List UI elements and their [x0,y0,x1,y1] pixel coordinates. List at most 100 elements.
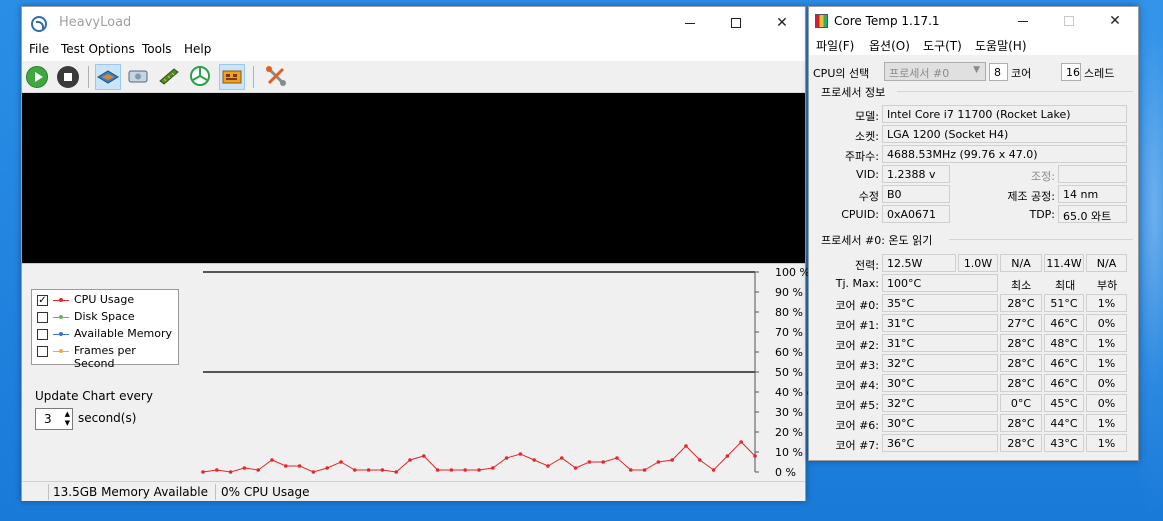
legend-item-frames-per-second[interactable]: Frames per Second [37,343,177,370]
core-temp: 32°C [882,354,998,372]
cpuid-label: CPUID: [841,208,879,221]
core-min: 28°C [1000,294,1042,312]
maximize-icon [1064,16,1074,26]
cpu-usage-point [408,458,412,462]
cpu-icon [97,70,119,84]
core-max: 44°C [1044,414,1084,432]
adjust-field [1058,165,1127,183]
cpu-usage-point [394,470,398,474]
stop-icon [57,66,79,88]
legend-label-frames-per-second: Frames per Second [74,344,136,370]
minimize-button[interactable] [1000,7,1046,35]
core-label: 코어 #4: [835,379,879,392]
core-max: 51°C [1044,294,1084,312]
fps-test-button[interactable] [219,64,245,90]
desktop: HeavyLoad ✕ File Test Options Tools Help [0,0,1163,521]
socket-field: LGA 1200 (Socket H4) [882,125,1127,143]
chart-panel: ✓ CPU Usage Disk Space Available Memory [22,263,820,481]
y-tick-label: 30 % [775,406,803,419]
legend-marker-cpu-usage [59,298,63,302]
menu-options[interactable]: 옵션(O) [869,37,910,54]
legend-item-available-memory[interactable]: Available Memory [37,326,177,342]
menu-file[interactable]: File [29,42,49,56]
core-load: 1% [1086,354,1127,372]
core-label: 코어 #1: [835,319,879,332]
stepper-up-icon[interactable]: ▲ [65,411,70,418]
close-icon: ✕ [1109,13,1121,29]
minimize-button[interactable] [667,7,713,39]
coretemp-menubar: 파일(F) 옵션(O) 도구(T) 도움말(H) [809,35,1138,55]
cpu-usage-point [422,454,426,458]
chart-legend: ✓ CPU Usage Disk Space Available Memory [31,289,179,370]
cpu-usage-point [532,458,536,462]
y-tick-label: 100 % [775,266,810,279]
core-load: 1% [1086,294,1127,312]
core-temp: 35°C [882,294,998,312]
legend-checkbox-disk-space[interactable] [37,312,48,323]
core-temp: 31°C [882,334,998,352]
cpu-usage-point [366,468,371,472]
socket-label: 소켓: [855,130,879,143]
thread-count: 16 [1061,63,1081,81]
core-temp: 31°C [882,314,998,332]
group-divider [949,239,1133,240]
core-min: 28°C [1000,354,1042,372]
cpu-usage-point [670,458,674,462]
disk-icon [128,70,148,83]
menu-file[interactable]: 파일(F) [816,37,854,54]
cpu-usage-point [380,468,385,472]
legend-item-disk-space[interactable]: Disk Space [37,309,177,325]
status-memory: 13.5GB Memory Available [53,485,208,499]
cpu-usage-point [725,454,730,458]
core-min: 27°C [1000,314,1042,332]
cpu-usage-point [753,454,757,458]
stepper-down-icon[interactable]: ▼ [65,420,70,427]
heavyload-statusbar: 13.5GB Memory Available 0% CPU Usage [22,481,805,501]
cpu-usage-point [629,468,633,472]
memory-icon [159,68,179,85]
menu-help[interactable]: 도움말(H) [975,37,1027,54]
legend-checkbox-frames-per-second[interactable] [37,346,48,357]
start-button[interactable] [24,64,50,90]
update-interval-stepper[interactable]: 3 ▲ ▼ [35,408,73,430]
core-min: 28°C [1000,334,1042,352]
gpu-test-button[interactable] [188,64,214,90]
menu-test-options[interactable]: Test Options [61,42,135,56]
gpu-icon [190,66,210,86]
cpu-usage-point [546,464,550,468]
cpu-usage-point [684,444,688,448]
legend-checkbox-cpu-usage[interactable]: ✓ [37,295,48,306]
power-dram-field: 11.4W [1044,254,1084,272]
processor-info-group-title: 프로세서 정보 [821,86,886,99]
cpu-usage-point [201,470,205,474]
memory-test-button[interactable] [157,64,183,90]
tjmax-field: 100°C [882,274,998,292]
coretemp-titlebar[interactable]: Core Temp 1.17.1 ✕ [809,7,1138,35]
heavyload-titlebar[interactable]: HeavyLoad ✕ [22,7,805,39]
menu-tools[interactable]: Tools [142,42,172,56]
group-divider [897,91,1133,92]
processor-select-value: 프로세서 #0 [889,67,950,80]
core-max: 46°C [1044,314,1084,332]
cpu-test-button[interactable] [95,64,121,90]
update-interval-value[interactable]: 3 [44,412,52,426]
menu-tools[interactable]: 도구(T) [923,37,962,54]
power-uncore-field: N/A [1000,254,1042,272]
menu-help[interactable]: Help [184,42,211,56]
core-temp: 30°C [882,374,998,392]
legend-checkbox-available-memory[interactable] [37,329,48,340]
stop-button[interactable] [55,64,81,90]
legend-item-cpu-usage[interactable]: ✓ CPU Usage [37,292,177,308]
close-button[interactable]: ✕ [1092,7,1138,35]
maximize-button[interactable] [713,7,759,39]
toolbar-separator [253,66,254,88]
core-temp: 32°C [882,394,998,412]
legend-label-cpu-usage: CPU Usage [74,293,135,306]
settings-button[interactable] [264,64,290,90]
close-button[interactable]: ✕ [759,7,805,39]
disk-test-button[interactable] [126,64,152,90]
vid-label: VID: [856,168,879,181]
cpuid-field: 0xA0671 [882,205,950,223]
cpu-usage-point [711,468,716,472]
legend-label-disk-space: Disk Space [74,310,135,323]
